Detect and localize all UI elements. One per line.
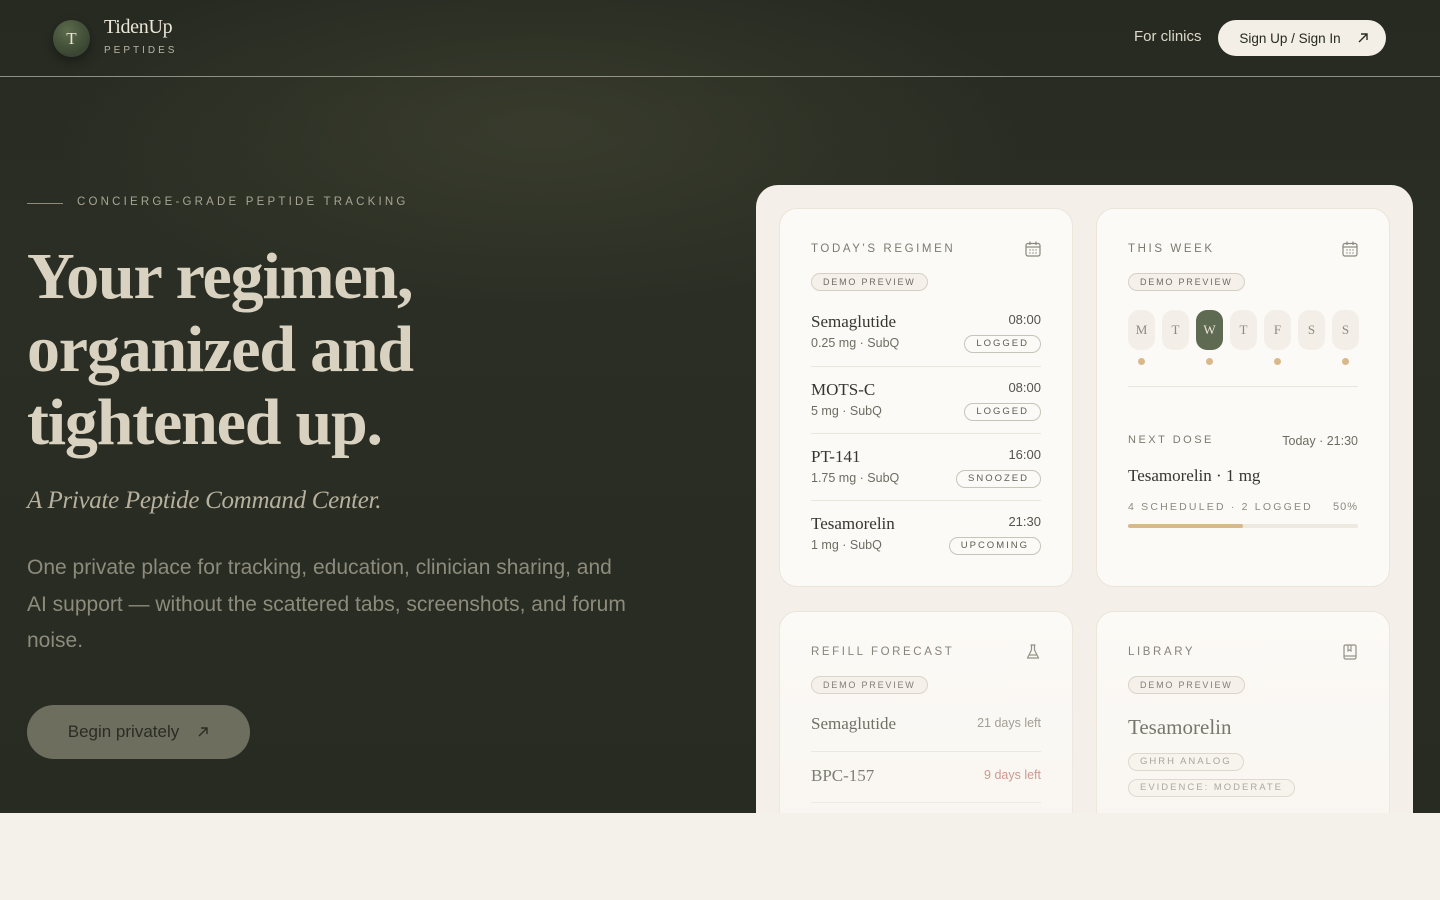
refill-name: Semaglutide [811, 714, 896, 733]
book-icon [1343, 644, 1357, 660]
week-day-3[interactable]: T [1230, 310, 1257, 350]
next-dose-name: Tesamorelin · 1 mg [1128, 466, 1261, 485]
regimen-dose: 1.75 mg · SubQ [811, 471, 900, 485]
week-day-2[interactable]: W [1196, 310, 1223, 350]
refill-days-left: 21 days left [977, 716, 1041, 730]
dose-dot [1138, 358, 1145, 365]
top-nav: T TidenUp PEPTIDES For clinics Sign Up /… [0, 0, 1440, 77]
for-clinics-link[interactable]: For clinics [1134, 28, 1202, 45]
hero-eyebrow: CONCIERGE-GRADE PEPTIDE TRACKING [77, 196, 409, 208]
next-dose-time: Today · 21:30 [1282, 434, 1358, 448]
status-badge: LOGGED [964, 335, 1041, 353]
regimen-name: PT-141 [811, 447, 861, 466]
library-item-name[interactable]: Tesamorelin [1128, 715, 1232, 740]
card-title: TODAY'S REGIMEN [811, 243, 956, 255]
regimen-row[interactable]: MOTS-C 5 mg · SubQ 08:00 LOGGED [811, 366, 1041, 433]
hero-tagline: A Private Peptide Command Center. [27, 487, 382, 514]
this-week-card: THIS WEEK DEMO PREVIEW MTWTFSS NEXT DOSE… [1096, 208, 1390, 587]
dashboard-preview: TODAY'S REGIMEN DEMO PREVIEW Semaglutide… [756, 185, 1413, 813]
dose-dot [1206, 358, 1213, 365]
regimen-dose: 0.25 mg · SubQ [811, 336, 900, 350]
next-dose-label: NEXT DOSE [1128, 434, 1214, 446]
regimen-time: 08:00 [1008, 312, 1041, 327]
sign-up-sign-in-label: Sign Up / Sign In [1239, 30, 1341, 46]
regimen-name: Semaglutide [811, 312, 896, 331]
library-tag: EVIDENCE: MODERATE [1128, 779, 1295, 797]
calendar-icon [1342, 241, 1358, 257]
eyebrow-rule [27, 203, 63, 204]
card-title: LIBRARY [1128, 646, 1196, 658]
refill-row [811, 802, 1041, 813]
demo-preview-badge: DEMO PREVIEW [1128, 676, 1245, 694]
todays-regimen-card: TODAY'S REGIMEN DEMO PREVIEW Semaglutide… [779, 208, 1073, 587]
status-badge: SNOOZED [956, 470, 1041, 488]
demo-preview-badge: DEMO PREVIEW [811, 273, 928, 291]
library-card: LIBRARY DEMO PREVIEW Tesamorelin GHRH AN… [1096, 611, 1390, 813]
headline-line: Your regimen, [27, 240, 413, 313]
arrow-up-right-icon [1358, 33, 1368, 43]
divider [1128, 386, 1358, 387]
refill-row[interactable]: BPC-157 9 days left [811, 751, 1041, 802]
calendar-icon [1025, 241, 1041, 257]
status-badge: LOGGED [964, 403, 1041, 421]
progress-bar [1128, 524, 1358, 528]
status-badge: UPCOMING [948, 537, 1041, 555]
regimen-time: 21:30 [1008, 514, 1041, 529]
flask-icon [1026, 644, 1040, 659]
week-day-1[interactable]: T [1162, 310, 1189, 350]
refill-name: BPC-157 [811, 766, 875, 785]
progress-percent: 50% [1332, 501, 1358, 513]
card-title: THIS WEEK [1128, 243, 1215, 255]
week-day-5[interactable]: S [1298, 310, 1325, 350]
dose-dot [1274, 358, 1281, 365]
regimen-name: Tesamorelin [811, 514, 895, 533]
begin-privately-button[interactable]: Begin privately [27, 705, 250, 759]
week-day-strip: MTWTFSS [1128, 310, 1360, 370]
regimen-row[interactable]: Semaglutide 0.25 mg · SubQ 08:00 LOGGED [811, 299, 1041, 366]
refill-forecast-card: REFILL FORECAST DEMO PREVIEW Semaglutide… [779, 611, 1073, 813]
library-tag: GHRH ANALOG [1128, 753, 1244, 771]
arrow-up-right-icon [198, 727, 208, 737]
regimen-dose: 5 mg · SubQ [811, 404, 882, 418]
dose-dot [1342, 358, 1349, 365]
begin-privately-label: Begin privately [67, 722, 180, 741]
card-title: REFILL FORECAST [811, 646, 955, 658]
week-day-4[interactable]: F [1264, 310, 1291, 350]
sign-up-sign-in-button[interactable]: Sign Up / Sign In [1218, 20, 1386, 56]
brand-name[interactable]: TidenUp [104, 16, 173, 39]
logo-mark[interactable]: T [53, 20, 90, 57]
hero-description: One private place for tracking, educatio… [27, 556, 626, 652]
regimen-time: 16:00 [1008, 447, 1041, 462]
hero-headline: Your regimen, organized and tightened up… [27, 240, 647, 459]
regimen-row[interactable]: PT-141 1.75 mg · SubQ 16:00 SNOOZED [811, 433, 1041, 500]
dose-stats: 4 SCHEDULED · 2 LOGGED [1128, 501, 1313, 513]
hero-section: T TidenUp PEPTIDES For clinics Sign Up /… [0, 0, 1440, 813]
regimen-row[interactable]: Tesamorelin 1 mg · SubQ 21:30 UPCOMING [811, 500, 1041, 567]
headline-line: organized and [27, 313, 414, 386]
demo-preview-badge: DEMO PREVIEW [811, 676, 928, 694]
demo-preview-badge: DEMO PREVIEW [1128, 273, 1245, 291]
refill-days-left: 9 days left [984, 768, 1041, 782]
refill-row[interactable]: Semaglutide 21 days left [811, 700, 1041, 751]
week-day-0[interactable]: M [1128, 310, 1155, 350]
headline-line: tightened up. [27, 386, 383, 459]
regimen-time: 08:00 [1008, 380, 1041, 395]
regimen-name: MOTS-C [811, 380, 876, 399]
progress-bar-fill [1128, 524, 1243, 528]
regimen-dose: 1 mg · SubQ [811, 538, 882, 552]
brand-subtitle: PEPTIDES [104, 45, 178, 56]
week-day-6[interactable]: S [1332, 310, 1359, 350]
